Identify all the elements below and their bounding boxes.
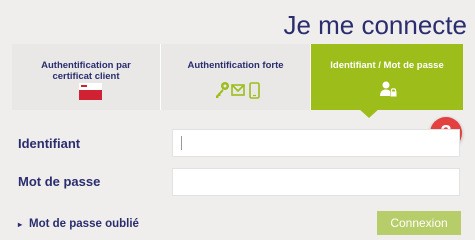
password-input[interactable]: [172, 168, 460, 196]
auth-tabs: Authentification par certificat client A…: [12, 44, 463, 110]
forgot-password-label: Mot de passe oublié: [29, 218, 139, 230]
phone-icon: [249, 82, 260, 99]
tab-certificat-client[interactable]: Authentification par certificat client: [12, 44, 161, 110]
tab-label: Identifiant / Mot de passe: [330, 60, 444, 71]
tab-label: Authentification par certificat client: [41, 60, 131, 82]
identifiant-label: Identifiant: [18, 136, 81, 151]
text-caret: [181, 136, 182, 150]
page-title: Je me connecte: [283, 10, 467, 40]
tab-authentification-forte[interactable]: Authentification forte: [161, 44, 311, 110]
forgot-password-link[interactable]: ▸ Mot de passe oublié: [18, 218, 139, 230]
strong-auth-icons: [216, 82, 260, 99]
envelope-icon: [231, 84, 245, 96]
key-icon: [216, 82, 229, 98]
tab-identifiant-mot-de-passe[interactable]: Identifiant / Mot de passe: [311, 44, 463, 110]
identifiant-input[interactable]: [172, 129, 460, 157]
user-lock-icon: [380, 81, 397, 97]
tab-label: Authentification forte: [187, 60, 284, 71]
connexion-button[interactable]: Connexion: [377, 211, 461, 235]
arrow-right-icon: ▸: [18, 220, 23, 229]
flag-card-icon: [79, 83, 102, 100]
password-label: Mot de passe: [18, 174, 101, 189]
active-tab-pointer: [358, 108, 380, 118]
